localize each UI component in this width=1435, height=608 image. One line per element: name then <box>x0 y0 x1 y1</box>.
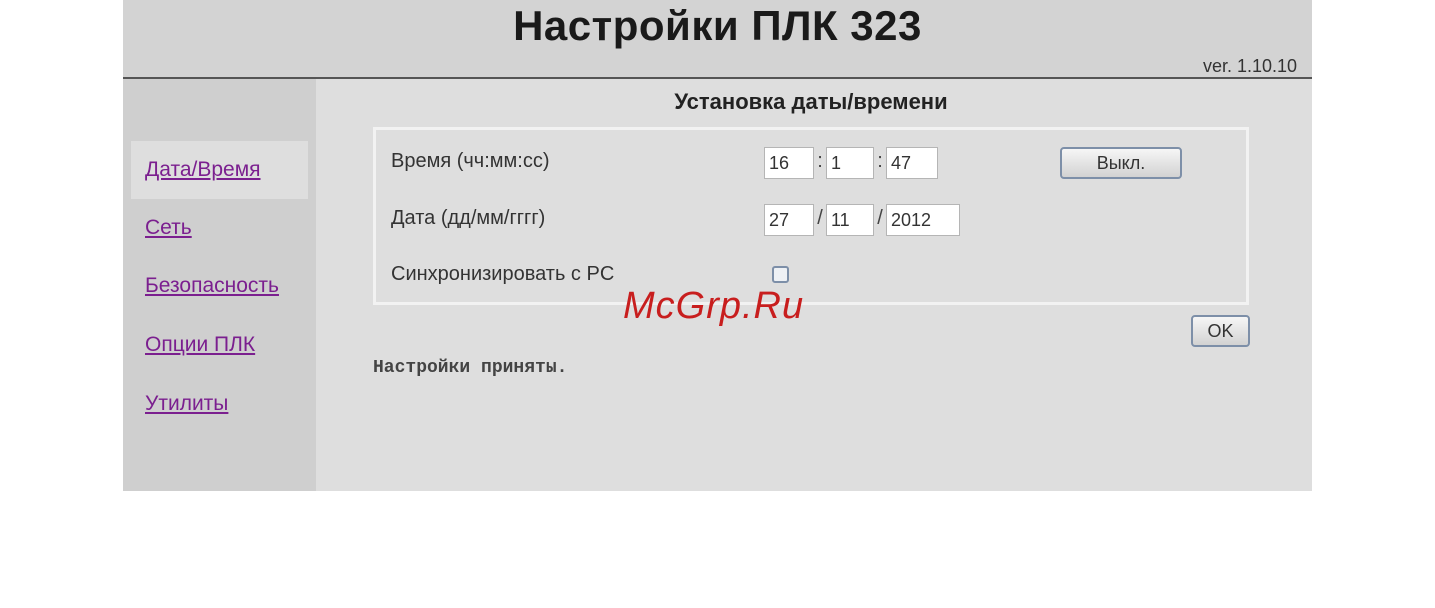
page-title: Настройки ПЛК 323 <box>513 2 922 49</box>
status-message: Настройки приняты. <box>373 358 568 378</box>
sidebar-item-datetime[interactable]: Дата/Время <box>131 141 308 199</box>
datetime-panel: Время (чч:мм:сс) : : Выкл. Дата (дд/мм/г… <box>373 127 1249 305</box>
sidebar-item-label[interactable]: Безопасность <box>145 274 279 298</box>
plc-settings-window: Настройки ПЛК 323 ver. 1.10.10 Дата/Врем… <box>123 0 1312 491</box>
sidebar-item-security[interactable]: Безопасность <box>131 257 308 315</box>
page-header: Настройки ПЛК 323 ver. 1.10.10 <box>123 0 1312 79</box>
watermark-text: McGrp.Ru <box>623 285 805 327</box>
date-separator: / <box>877 207 883 229</box>
sidebar-item-network[interactable]: Сеть <box>131 199 308 257</box>
ok-button[interactable]: OK <box>1191 315 1250 347</box>
date-separator: / <box>817 207 823 229</box>
minutes-input[interactable] <box>826 147 874 179</box>
sync-checkbox[interactable] <box>772 266 789 283</box>
month-input[interactable] <box>826 204 874 236</box>
day-input[interactable] <box>764 204 814 236</box>
sidebar-item-label[interactable]: Опции ПЛК <box>145 333 255 357</box>
version-label: ver. 1.10.10 <box>1203 56 1298 76</box>
year-input[interactable] <box>886 204 960 236</box>
date-label: Дата (дд/мм/гггг) <box>391 207 546 229</box>
main-content: Установка даты/времени Время (чч:мм:сс) … <box>316 79 1312 491</box>
sidebar-nav: Дата/Время Сеть Безопасность Опции ПЛК У… <box>123 79 316 491</box>
time-toggle-button[interactable]: Выкл. <box>1060 147 1182 179</box>
sidebar-item-label[interactable]: Дата/Время <box>145 158 261 182</box>
hours-input[interactable] <box>764 147 814 179</box>
seconds-input[interactable] <box>886 147 938 179</box>
sidebar-item-plc-options[interactable]: Опции ПЛК <box>131 316 308 374</box>
sync-label: Синхронизировать с PC <box>391 263 615 285</box>
section-title: Установка даты/времени <box>674 89 948 114</box>
time-separator: : <box>877 150 883 172</box>
sidebar-item-label[interactable]: Утилиты <box>145 392 228 416</box>
sidebar-item-utilities[interactable]: Утилиты <box>131 375 308 433</box>
sidebar-item-label[interactable]: Сеть <box>145 216 192 240</box>
time-label: Время (чч:мм:сс) <box>391 150 550 172</box>
time-separator: : <box>817 150 823 172</box>
